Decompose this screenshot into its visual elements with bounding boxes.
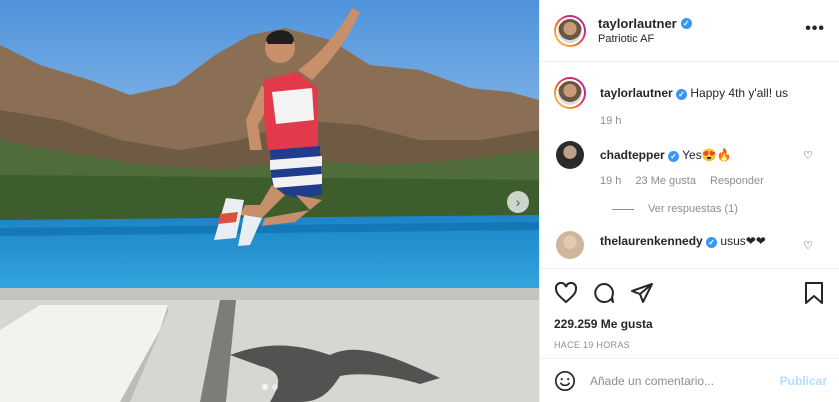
comment-reply-button[interactable]: Responder bbox=[710, 173, 764, 189]
comment-row: chadtepper ✓ Yes😍🔥 19 h 23 Me gusta Resp… bbox=[554, 141, 825, 189]
post-timestamp[interactable]: HACE 19 HORAS bbox=[554, 340, 825, 350]
post-sidebar: taylorlautner ✓ Patriotic AF ••• taylorl… bbox=[539, 0, 839, 402]
author-username[interactable]: taylorlautner ✓ bbox=[598, 16, 692, 31]
caption-text: Happy 4th y'all! us bbox=[690, 86, 789, 100]
comment-like-heart-icon[interactable]: ♡ bbox=[803, 239, 813, 252]
commenter-avatar[interactable] bbox=[556, 231, 584, 259]
post-photo[interactable]: › bbox=[0, 0, 539, 402]
author-username-text[interactable]: taylorlautner bbox=[598, 16, 677, 31]
emoji-smiley-icon[interactable] bbox=[554, 370, 576, 392]
verified-badge-icon: ✓ bbox=[668, 151, 680, 162]
post-location[interactable]: Patriotic AF bbox=[598, 33, 692, 45]
caption-time[interactable]: 19 h bbox=[600, 113, 621, 129]
author-avatar[interactable] bbox=[554, 14, 586, 47]
comment-text: Yes😍🔥 bbox=[682, 148, 732, 162]
post-header: taylorlautner ✓ Patriotic AF ••• bbox=[540, 0, 839, 62]
comment-row: thelaurenkennedy ✓ usus❤❤ ♡ bbox=[554, 231, 825, 259]
chevron-right-icon: › bbox=[515, 194, 521, 210]
share-send-icon[interactable] bbox=[630, 281, 654, 305]
carousel-next-button[interactable]: › bbox=[507, 191, 529, 213]
post-actions: 229.259 Me gusta HACE 19 HORAS bbox=[540, 268, 839, 350]
replies-divider bbox=[612, 208, 634, 210]
caption-avatar[interactable] bbox=[554, 77, 586, 109]
view-replies[interactable]: Ver respuestas (1) bbox=[612, 203, 825, 215]
verified-badge-icon: ✓ bbox=[676, 89, 688, 100]
bookmark-icon[interactable] bbox=[803, 281, 825, 305]
comment-input[interactable]: Añade un comentario... bbox=[590, 374, 780, 388]
comment-username[interactable]: chadtepper bbox=[600, 148, 665, 162]
comment-likes[interactable]: 23 Me gusta bbox=[635, 173, 696, 189]
carousel-dot-1 bbox=[261, 384, 268, 390]
like-heart-icon[interactable] bbox=[554, 281, 578, 305]
comment-time[interactable]: 19 h bbox=[600, 173, 621, 189]
comments-list: taylorlautner ✓ Happy 4th y'all! us 19 h… bbox=[540, 63, 839, 268]
verified-badge-icon: ✓ bbox=[680, 18, 692, 29]
comment-username[interactable]: thelaurenkennedy bbox=[600, 234, 703, 248]
add-comment-bar: Añade un comentario... Publicar bbox=[540, 358, 839, 402]
verified-badge-icon: ✓ bbox=[706, 237, 718, 248]
caption-username[interactable]: taylorlautner bbox=[600, 86, 673, 100]
view-replies-label[interactable]: Ver respuestas (1) bbox=[648, 203, 738, 215]
comment-text: usus❤❤ bbox=[720, 234, 766, 248]
caption-row: taylorlautner ✓ Happy 4th y'all! us 19 h bbox=[554, 77, 825, 129]
carousel-dot-2 bbox=[271, 384, 278, 390]
more-options-icon[interactable]: ••• bbox=[805, 20, 825, 38]
comment-like-heart-icon[interactable]: ♡ bbox=[803, 149, 813, 162]
carousel-dots bbox=[0, 384, 539, 390]
likes-count[interactable]: 229.259 Me gusta bbox=[554, 317, 825, 331]
post-dialog: › taylorlautner ✓ Patriotic AF ••• taylo… bbox=[0, 0, 839, 402]
photo-scene bbox=[0, 0, 539, 402]
commenter-avatar[interactable] bbox=[556, 141, 584, 169]
publish-button[interactable]: Publicar bbox=[780, 374, 827, 388]
comment-bubble-icon[interactable] bbox=[592, 281, 616, 305]
